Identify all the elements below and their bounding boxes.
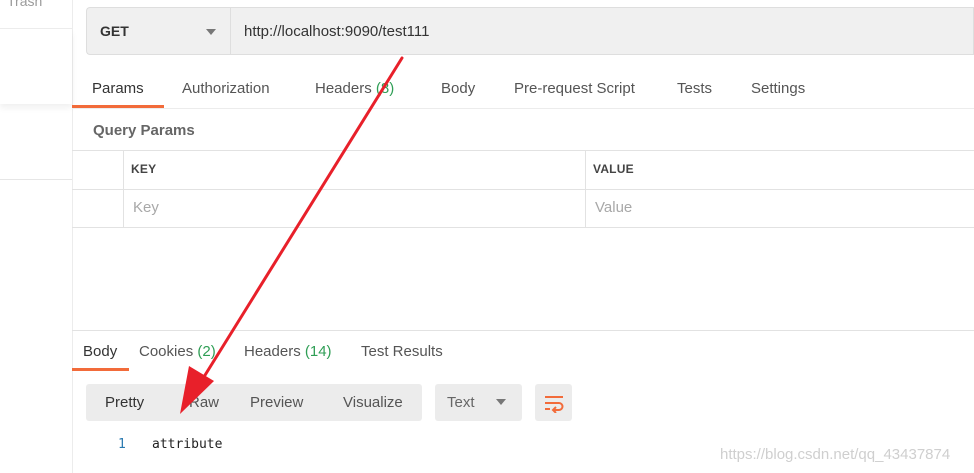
url-text: http://localhost:9090/test111 <box>244 22 430 40</box>
response-tab-headers[interactable]: Headers (14) <box>244 343 332 360</box>
format-select[interactable]: Text <box>435 384 522 421</box>
query-params-title: Query Params <box>93 122 195 139</box>
sidebar-item-trash[interactable]: Trash <box>7 0 42 9</box>
tab-label: Body <box>83 343 118 360</box>
chevron-down-icon <box>206 29 216 35</box>
active-response-tab-indicator <box>72 368 129 371</box>
sidebar-card <box>0 29 72 104</box>
tab-pre-request-script[interactable]: Pre-request Script <box>514 80 635 97</box>
tab-label: Settings <box>751 80 806 97</box>
table-column-divider <box>123 150 124 228</box>
response-divider <box>72 330 974 331</box>
view-pretty-button[interactable]: Pretty <box>105 394 144 411</box>
tab-label: Authorization <box>182 80 270 97</box>
response-tab-body[interactable]: Body <box>83 343 117 360</box>
method-label: GET <box>100 23 129 39</box>
view-visualize-button[interactable]: Visualize <box>343 394 403 411</box>
tab-body[interactable]: Body <box>441 80 475 97</box>
tab-headers[interactable]: Headers (8) <box>315 80 394 97</box>
tab-count: (8) <box>375 80 395 97</box>
table-border <box>72 150 974 151</box>
chevron-down-icon <box>496 399 506 405</box>
sidebar-divider <box>0 179 72 180</box>
table-border <box>72 227 974 228</box>
view-raw-button[interactable]: Raw <box>189 394 219 411</box>
tab-label: Body <box>441 80 476 97</box>
format-label: Text <box>447 394 475 411</box>
tab-label: Cookies <box>139 343 194 360</box>
tab-tests[interactable]: Tests <box>677 80 712 97</box>
column-header-value: VALUE <box>593 162 634 176</box>
param-key-input[interactable]: Key <box>133 199 159 216</box>
response-tab-cookies[interactable]: Cookies (2) <box>139 343 216 360</box>
tab-authorization[interactable]: Authorization <box>182 80 270 97</box>
method-select[interactable]: GET <box>86 7 230 55</box>
tabs-divider <box>72 108 974 109</box>
param-value-input[interactable]: Value <box>595 199 632 216</box>
tab-label: Test Results <box>361 343 443 360</box>
watermark: https://blog.csdn.net/qq_43437874 <box>720 446 951 463</box>
tab-label: Headers <box>244 343 301 360</box>
tab-settings[interactable]: Settings <box>751 80 805 97</box>
tab-label: Headers <box>315 80 372 97</box>
tab-label: Params <box>92 80 144 97</box>
tab-label: Tests <box>677 80 713 97</box>
wrap-lines-icon <box>544 395 563 413</box>
line-number: 1 <box>118 437 126 452</box>
wrap-lines-button[interactable] <box>535 384 572 421</box>
response-body-line: attribute <box>152 437 223 452</box>
tab-count: (2) <box>197 343 216 360</box>
tab-params[interactable]: Params <box>92 80 144 97</box>
view-preview-button[interactable]: Preview <box>250 394 303 411</box>
response-tab-test-results[interactable]: Test Results <box>361 343 443 360</box>
url-input[interactable]: http://localhost:9090/test111 <box>230 7 974 55</box>
column-header-key: KEY <box>131 162 157 176</box>
tab-label: Pre-request Script <box>514 80 635 97</box>
tab-count: (14) <box>304 343 332 360</box>
table-border <box>72 189 974 190</box>
table-column-divider <box>585 150 586 228</box>
